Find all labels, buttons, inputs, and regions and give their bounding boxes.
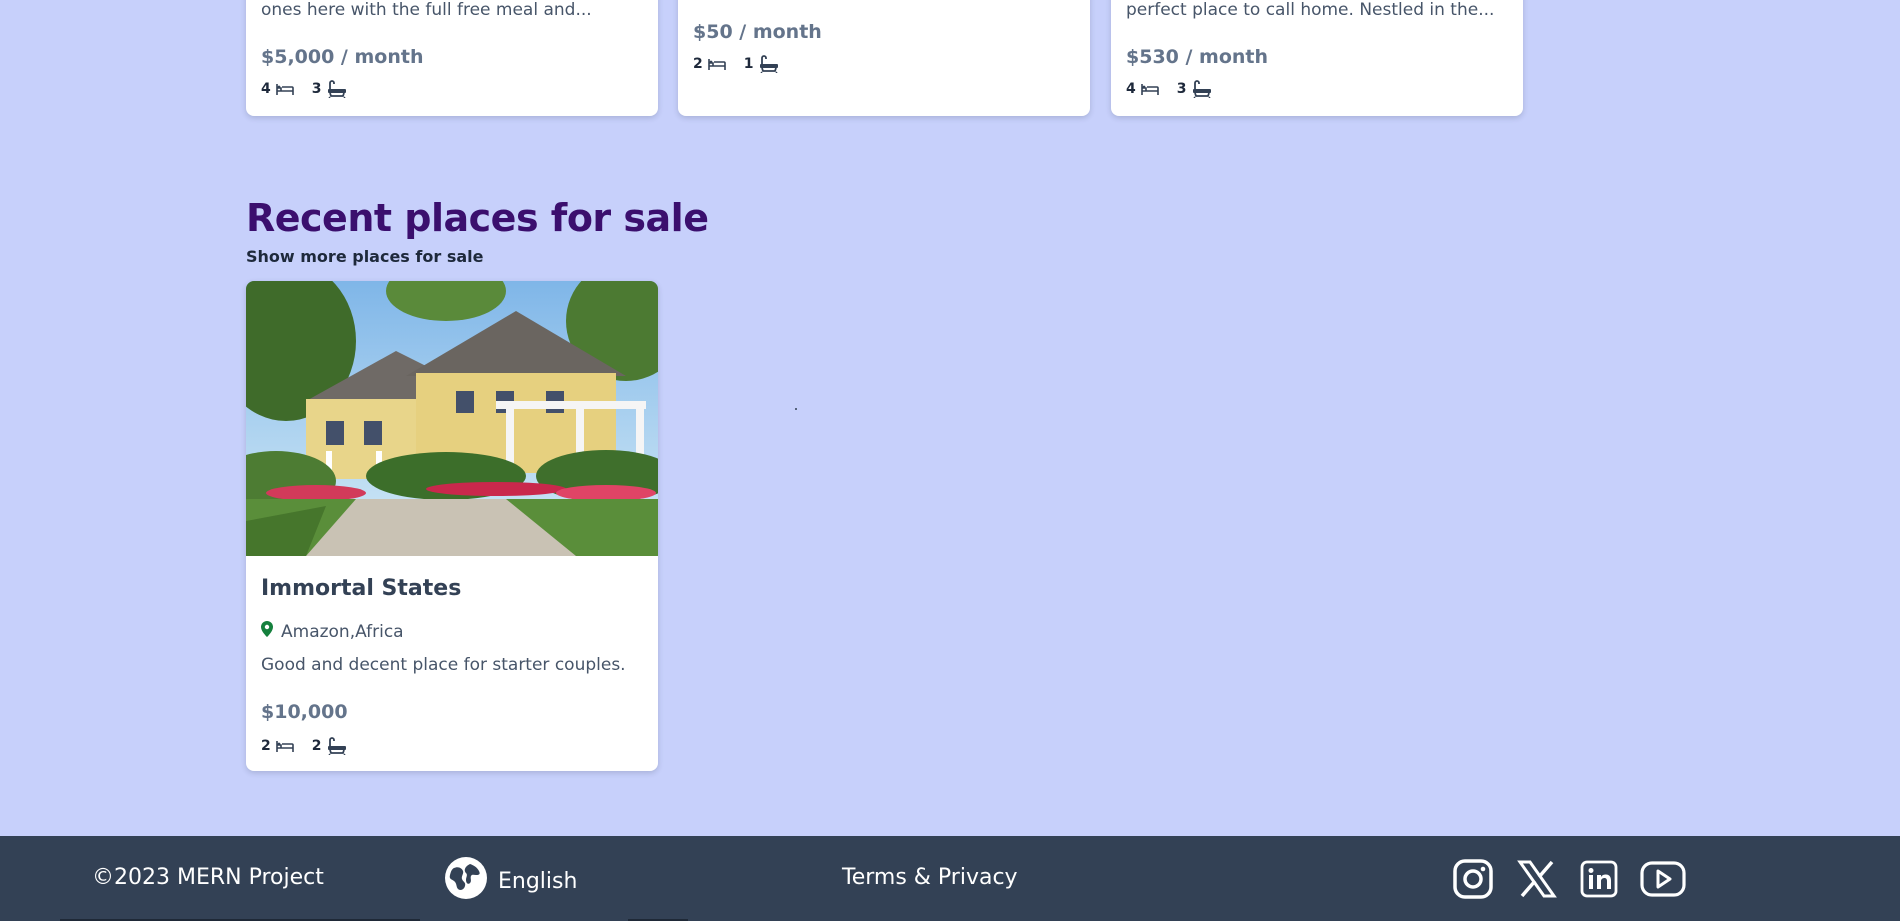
listing-photo [246, 281, 658, 556]
bed-icon [707, 57, 726, 71]
copyright-text: ©2023 MERN Project [92, 865, 324, 890]
listing-card[interactable]: ones here with the full free meal and...… [246, 0, 658, 116]
bathtub-icon [327, 80, 347, 98]
listing-features: 2 2 [261, 737, 347, 755]
bathrooms: 2 [312, 737, 347, 755]
language-label: English [498, 868, 578, 894]
sale-listing-card[interactable]: Immortal States Amazon,Africa Good and d… [246, 281, 658, 771]
listing-card[interactable]: perfect place to call home. Nestled in t… [1111, 0, 1523, 116]
bathrooms: 1 [744, 55, 779, 73]
listing-location: Amazon,Africa [261, 621, 404, 642]
listing-description: Good and decent place for starter couple… [261, 655, 626, 675]
bathtub-icon [327, 737, 347, 755]
bedrooms-count: 2 [261, 738, 271, 754]
instagram-icon[interactable] [1452, 858, 1494, 904]
listing-name: Immortal States [261, 576, 462, 601]
section-title: Recent places for sale [246, 196, 709, 240]
location-pin-icon [261, 621, 273, 642]
bed-icon [275, 739, 294, 753]
listing-features: 4 3 [1126, 80, 1212, 98]
cursor-dot [795, 408, 797, 410]
terms-privacy-link[interactable]: Terms & Privacy [842, 865, 1018, 890]
language-selector[interactable]: English [444, 856, 577, 906]
listing-card[interactable]: $50 / month 2 1 [678, 0, 1090, 116]
listing-price: $10,000 [261, 701, 348, 723]
listing-price: $50 / month [693, 21, 822, 43]
x-icon[interactable] [1516, 858, 1558, 904]
show-more-sale-link[interactable]: Show more places for sale [246, 247, 483, 266]
listing-description: perfect place to call home. Nestled in t… [1126, 0, 1495, 20]
listing-features: 4 3 [261, 80, 347, 98]
bed-icon [275, 82, 294, 96]
bedrooms: 2 [261, 738, 294, 754]
bathrooms-count: 1 [743, 56, 754, 72]
bedrooms-count: 4 [261, 81, 271, 97]
bedrooms-count: 2 [693, 56, 703, 72]
bed-icon [1140, 82, 1159, 96]
globe-icon [444, 856, 488, 906]
bathrooms-count: 3 [1176, 81, 1187, 97]
bathtub-icon [1192, 80, 1212, 98]
youtube-icon[interactable] [1640, 861, 1686, 901]
footer: ©2023 MERN Project English Terms & Priva… [0, 836, 1900, 921]
bathrooms: 3 [1177, 80, 1212, 98]
listing-features: 2 1 [693, 55, 779, 73]
listing-location-text: Amazon,Africa [281, 621, 404, 642]
listing-price: $5,000 / month [261, 46, 424, 68]
bathrooms-count: 3 [311, 81, 322, 97]
listing-description: ones here with the full free meal and... [261, 0, 592, 20]
bedrooms-count: 4 [1126, 81, 1136, 97]
bedrooms: 4 [1126, 81, 1159, 97]
page: ones here with the full free meal and...… [0, 0, 1900, 921]
bedrooms: 2 [693, 56, 726, 72]
linkedin-icon[interactable] [1580, 860, 1618, 902]
social-links [1452, 858, 1686, 904]
bathrooms: 3 [312, 80, 347, 98]
listing-price: $530 / month [1126, 46, 1269, 68]
bathtub-icon [759, 55, 779, 73]
bedrooms: 4 [261, 81, 294, 97]
bathrooms-count: 2 [311, 738, 322, 754]
